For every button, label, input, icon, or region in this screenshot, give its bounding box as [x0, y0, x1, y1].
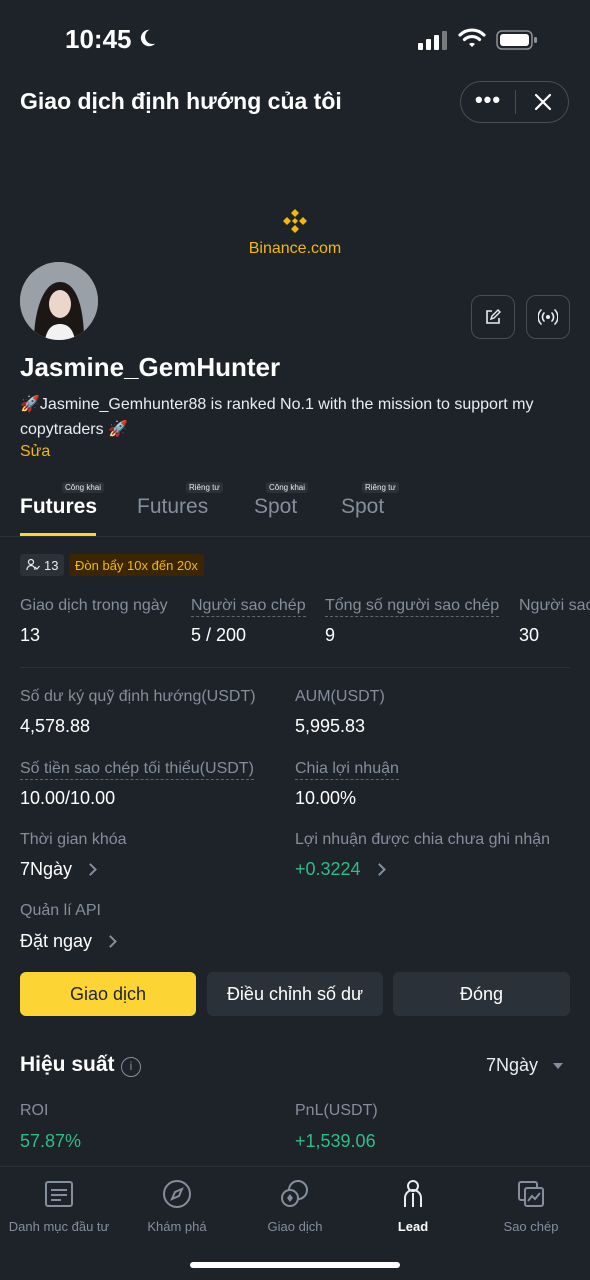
unrealized-share-value-row[interactable]: +0.3224	[295, 859, 386, 880]
compass-icon	[163, 1180, 191, 1208]
unrealized-share-value: +0.3224	[295, 859, 361, 879]
username: Jasmine_GemHunter	[20, 352, 281, 382]
tab-spot-public[interactable]: Spot	[254, 495, 297, 519]
min-copy-value: 10.00/10.00	[20, 788, 116, 808]
pnl-value: +1,539.06	[295, 1131, 376, 1151]
min-copy-label[interactable]: Số tiền sao chép tối thiểu(USDT)	[20, 760, 254, 780]
copier-count: 13	[44, 557, 59, 573]
caret-down-icon[interactable]	[553, 1063, 563, 1069]
aum-label: AUM(USDT)	[295, 688, 385, 705]
balance-label: Số dư ký quỹ định hướng(USDT)	[20, 688, 256, 705]
broadcast-icon	[538, 309, 558, 325]
trade-button[interactable]: Giao dịch	[20, 972, 196, 1016]
cellular-signal-icon	[418, 30, 447, 50]
tab-tag-private: Riêng tư	[362, 482, 399, 493]
api-management-label: Quản lí API	[20, 902, 101, 919]
roi-label: ROI	[20, 1102, 49, 1119]
stat-label-daily-trades: Giao dịch trong ngày	[20, 597, 168, 614]
tab-futures-public[interactable]: Futures	[20, 495, 97, 519]
nav-label: Khám phá	[147, 1219, 207, 1234]
leverage-badge: Đòn bẩy 10x đến 20x	[69, 554, 204, 576]
trade-icon	[281, 1180, 308, 1207]
chevron-right-icon	[372, 863, 386, 876]
watermark-text: Binance.com	[248, 240, 342, 257]
info-icon[interactable]: i	[121, 1057, 141, 1077]
home-indicator	[190, 1262, 400, 1268]
nav-trade[interactable]: Giao dịch	[236, 1177, 354, 1234]
more-options-icon[interactable]: •••	[472, 88, 504, 116]
copy-icon	[518, 1181, 544, 1207]
nav-label: Giao dịch	[267, 1219, 323, 1234]
lock-period-value: 7Ngày	[20, 859, 73, 879]
period-selector[interactable]: 7Ngày	[486, 1055, 538, 1076]
broadcast-button[interactable]	[526, 295, 570, 339]
stat-value-total-copiers: 9	[325, 625, 336, 645]
tabs-divider	[0, 536, 590, 537]
avatar[interactable]	[20, 262, 98, 340]
profit-share-label[interactable]: Chia lợi nhuận	[295, 760, 399, 780]
unrealized-share-label: Lợi nhuận được chia chưa ghi nhận	[295, 831, 551, 848]
adjust-balance-button[interactable]: Điều chỉnh số dư	[207, 972, 383, 1016]
api-setup-text: Đặt ngay	[20, 931, 93, 951]
tab-tag-public: Công khai	[266, 482, 309, 493]
close-button[interactable]: Đóng	[393, 972, 570, 1016]
profile-bio: 🚀Jasmine_Gemhunter88 is ranked No.1 with…	[20, 396, 534, 438]
nav-label: Sao chép	[503, 1219, 559, 1234]
nav-lead[interactable]: Lead	[354, 1177, 472, 1234]
api-setup-link[interactable]: Đặt ngay	[20, 931, 117, 952]
lock-period-label: Thời gian khóa	[20, 831, 127, 848]
nav-label: Danh mục đầu tư	[8, 1219, 110, 1234]
nav-label: Lead	[397, 1219, 429, 1234]
edit-bio-link[interactable]: Sửa	[20, 443, 50, 461]
lock-period-value-row[interactable]: 7Ngày	[20, 859, 97, 880]
wifi-icon	[458, 28, 486, 47]
lead-icon	[404, 1180, 422, 1207]
header-divider	[515, 90, 516, 114]
stat-value-copiers: 5 / 200	[191, 625, 247, 645]
close-icon[interactable]	[530, 88, 556, 116]
nav-explore[interactable]: Khám phá	[118, 1177, 236, 1234]
nav-portfolio[interactable]: Danh mục đầu tư	[0, 1177, 118, 1234]
portfolio-icon	[45, 1181, 73, 1207]
performance-title: Hiệu suất	[20, 1053, 115, 1076]
pnl-label: PnL(USDT)	[295, 1102, 378, 1119]
chevron-right-icon	[84, 863, 97, 876]
roi-value: 57.87%	[20, 1131, 82, 1151]
tab-spot-private[interactable]: Spot	[341, 495, 384, 519]
nav-copy[interactable]: Sao chép	[472, 1177, 590, 1234]
stat-label-copiers-truncated: Người sao	[519, 597, 590, 614]
tab-tag-private: Riêng tư	[186, 482, 223, 493]
binance-logo-icon	[283, 209, 307, 233]
section-divider	[20, 667, 570, 668]
status-time: 10:45	[65, 24, 132, 54]
stat-value-copiers-truncated: 30	[519, 625, 540, 645]
edit-icon	[486, 309, 501, 324]
users-icon	[26, 558, 40, 571]
battery-icon	[496, 30, 537, 50]
page-title: Giao dịch định hướng của tôi	[20, 88, 342, 114]
stat-label-copiers[interactable]: Người sao chép	[191, 597, 306, 617]
tab-futures-private[interactable]: Futures	[137, 495, 208, 519]
stat-value-daily-trades: 13	[20, 625, 41, 645]
profit-share-value: 10.00%	[295, 788, 357, 808]
copier-count-badge: 13	[20, 554, 65, 576]
chevron-right-icon	[104, 935, 117, 948]
stat-label-total-copiers[interactable]: Tổng số người sao chép	[325, 597, 500, 617]
balance-value: 4,578.88	[20, 716, 91, 736]
edit-profile-button[interactable]	[471, 295, 515, 339]
moon-icon	[140, 29, 156, 47]
aum-value: 5,995.83	[295, 716, 366, 736]
tab-tag-public: Công khai	[62, 482, 105, 493]
avatar-portrait-icon	[20, 262, 98, 340]
